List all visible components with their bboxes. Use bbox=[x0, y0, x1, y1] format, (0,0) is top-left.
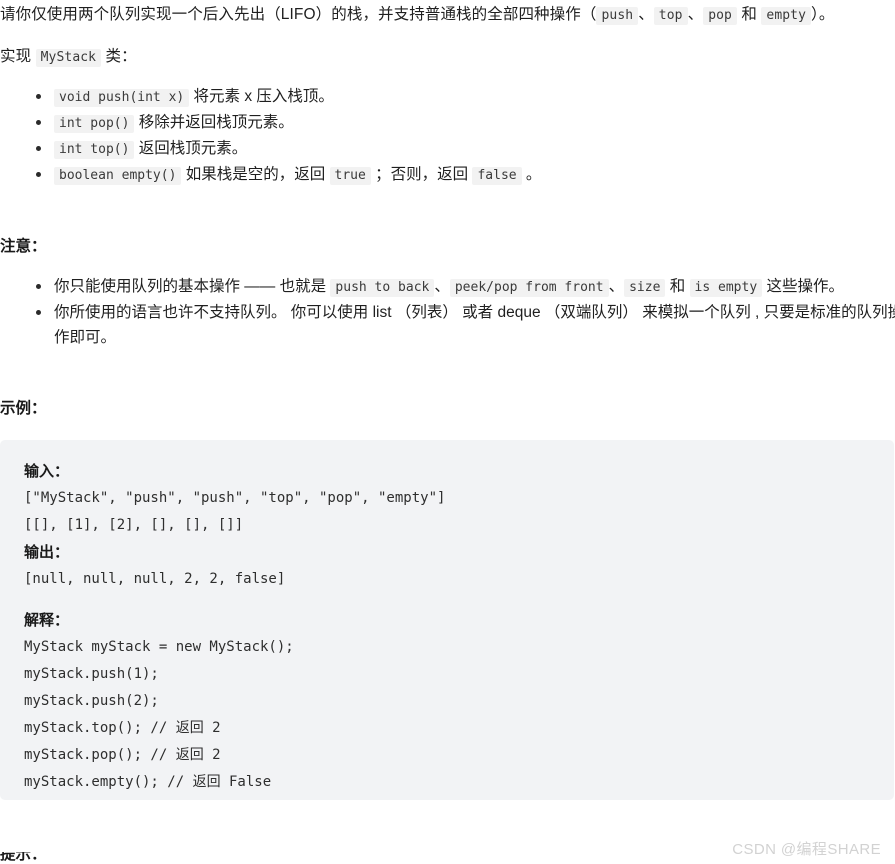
input-line: [[], [1], [2], [], [], []] bbox=[24, 517, 244, 533]
inline-code-pop: pop bbox=[703, 7, 737, 25]
list-item: 你所使用的语言也许不支持队列。 你可以使用 list （列表） 或者 deque… bbox=[0, 300, 895, 350]
csdn-watermark: CSDN @编程SHARE bbox=[732, 841, 881, 858]
list-item: 你只能使用队列的基本操作 —— 也就是 push to back、 peek/po… bbox=[0, 274, 895, 300]
method-description-before: 如果栈是空的，返回 bbox=[181, 166, 330, 183]
method-description-after: 。 bbox=[521, 166, 542, 183]
example-heading: 示例： bbox=[0, 400, 47, 417]
output-label: 输出： bbox=[24, 544, 70, 561]
note-sep-3: 和 bbox=[665, 278, 690, 295]
implement-class-line: 实现 MyStack 类： bbox=[0, 44, 600, 71]
explanation-line: myStack.empty(); // 返回 False bbox=[24, 774, 272, 790]
inline-code-push-to-back: push to back bbox=[330, 279, 435, 297]
input-line: ["MyStack", "push", "push", "top", "pop"… bbox=[24, 490, 446, 506]
explanation-line: MyStack myStack = new MyStack(); bbox=[24, 639, 294, 655]
list-item: void push(int x) 将元素 x 压入栈顶。 bbox=[0, 84, 700, 110]
list-item: int top() 返回栈顶元素。 bbox=[0, 136, 700, 162]
method-description: 移除并返回栈顶元素。 bbox=[134, 114, 294, 131]
method-description: 将元素 x 压入栈顶。 bbox=[189, 88, 334, 105]
explanation-line: myStack.push(2); bbox=[24, 693, 159, 709]
explanation-line: myStack.top(); // 返回 2 bbox=[24, 720, 221, 736]
inline-code-push: push bbox=[596, 7, 639, 25]
inline-code-peek-pop-from-front: peek/pop from front bbox=[449, 279, 609, 297]
method-description-mid: ；否则，返回 bbox=[370, 166, 473, 183]
intro-sep-3: 和 bbox=[736, 6, 762, 23]
note-text-tail: 这些操作。 bbox=[762, 278, 844, 295]
implement-prefix: 实现 bbox=[0, 48, 36, 65]
problem-statement-page: 请你仅使用两个队列实现一个后入先出（LIFO）的栈，并支持普通栈的全部四种操作（… bbox=[0, 0, 895, 864]
inline-code-size: size bbox=[624, 279, 666, 297]
notes-list: 你只能使用队列的基本操作 —— 也就是 push to back、 peek/po… bbox=[0, 274, 895, 350]
inline-code-false: false bbox=[472, 167, 522, 185]
explanation-line: myStack.pop(); // 返回 2 bbox=[24, 747, 221, 763]
notes-heading: 注意： bbox=[0, 238, 47, 255]
output-line: [null, null, null, 2, 2, false] bbox=[24, 571, 286, 587]
intro-text-lead: 请你仅使用两个队列实现一个后入先出（LIFO）的栈，并支持普通栈的全部四种操作（ bbox=[0, 6, 597, 23]
intro-paragraph: 请你仅使用两个队列实现一个后入先出（LIFO）的栈，并支持普通栈的全部四种操作（… bbox=[0, 2, 895, 29]
inline-code-boolean-empty: boolean empty() bbox=[54, 167, 182, 185]
inline-code-int-top: int top() bbox=[54, 141, 135, 159]
note-text-lead: 你只能使用队列的基本操作 —— 也就是 bbox=[54, 278, 331, 295]
inline-code-top: top bbox=[653, 7, 688, 25]
list-item: boolean empty() 如果栈是空的，返回 true ；否则，返回 fa… bbox=[0, 162, 700, 188]
intro-sep-2: 、 bbox=[687, 6, 704, 23]
inline-code-mystack: MyStack bbox=[35, 49, 102, 67]
explanation-label: 解释： bbox=[24, 612, 70, 629]
hints-heading: 提示： bbox=[0, 852, 47, 863]
input-label: 输入： bbox=[24, 463, 70, 480]
inline-code-void-push: void push(int x) bbox=[54, 89, 190, 107]
method-list: void push(int x) 将元素 x 压入栈顶。 int pop() 移… bbox=[0, 84, 700, 188]
implement-suffix: 类： bbox=[101, 48, 137, 65]
method-description: 返回栈顶元素。 bbox=[134, 140, 248, 157]
intro-text-tail: ）。 bbox=[811, 6, 835, 23]
inline-code-is-empty: is empty bbox=[689, 279, 763, 297]
hints-heading-clipped: 提示： bbox=[0, 852, 200, 864]
code-block-spacer bbox=[24, 593, 870, 607]
list-item: int pop() 移除并返回栈顶元素。 bbox=[0, 110, 700, 136]
inline-code-empty: empty bbox=[761, 7, 812, 25]
example-code-block: 输入： ["MyStack", "push", "push", "top", "… bbox=[0, 440, 894, 800]
explanation-line: myStack.push(1); bbox=[24, 666, 159, 682]
intro-sep-1: 、 bbox=[638, 6, 654, 23]
note-sep-1: 、 bbox=[434, 278, 450, 295]
note-sep-2: 、 bbox=[608, 278, 625, 295]
inline-code-int-pop: int pop() bbox=[54, 115, 135, 133]
inline-code-true: true bbox=[329, 167, 371, 185]
